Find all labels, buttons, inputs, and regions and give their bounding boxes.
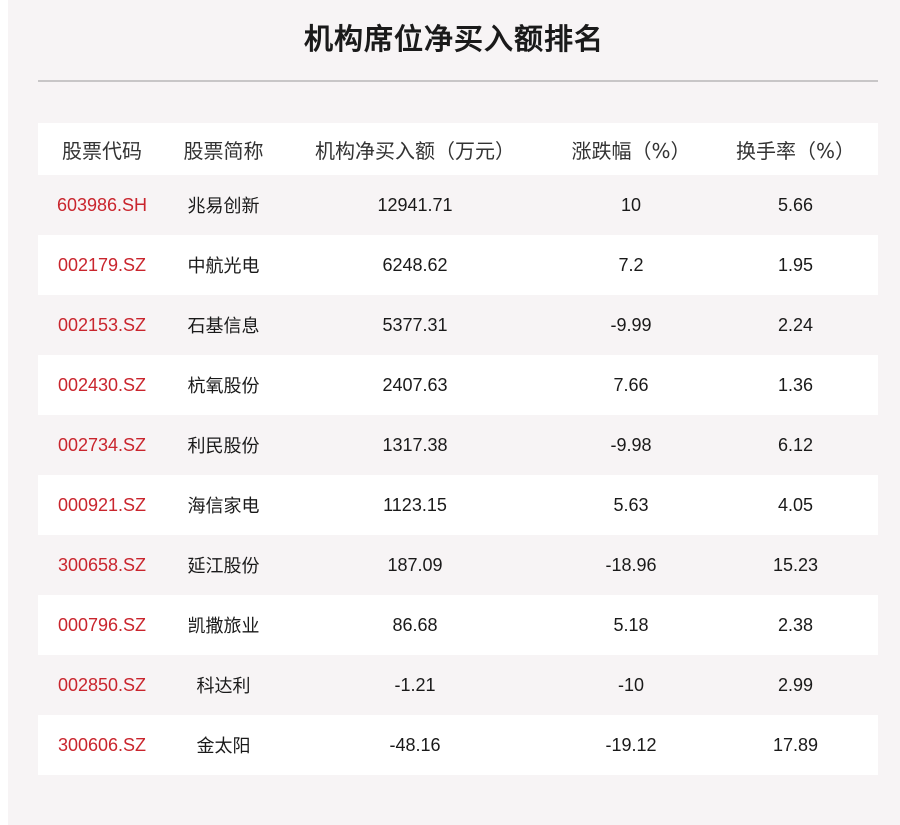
turnover-cell: 1.95 (777, 254, 814, 275)
turnover-cell: 17.89 (772, 734, 819, 755)
stock-name-cell: 利民股份 (187, 436, 260, 457)
stock-name-cell: 中航光电 (187, 256, 260, 277)
stock-code-cell: 002179.SZ (57, 254, 147, 275)
header-turnover: 换手率（%） (735, 138, 855, 163)
stock-name-cell: 海信家电 (187, 496, 260, 517)
turnover-cell: 2.38 (777, 614, 814, 635)
table-row: 002430.SZ 杭氧股份 2407.63 7.66 1.36 (38, 355, 878, 415)
change-pct-cell: 5.18 (613, 614, 649, 635)
stock-name-cell: 凯撒旅业 (187, 616, 260, 637)
net-buy-cell: 86.68 (392, 614, 438, 635)
turnover-cell: 4.05 (777, 494, 814, 515)
title-divider (38, 80, 878, 82)
net-buy-cell: 1317.38 (382, 434, 448, 455)
table-row: 000796.SZ 凯撒旅业 86.68 5.18 2.38 (38, 595, 878, 655)
stock-code-cell: 002850.SZ (57, 674, 147, 695)
turnover-cell: 15.23 (772, 554, 819, 575)
net-buy-cell: 2407.63 (382, 374, 448, 395)
table-row: 002734.SZ 利民股份 1317.38 -9.98 6.12 (38, 415, 878, 475)
change-pct-cell: 10 (620, 194, 642, 215)
table-header-row: 股票代码 股票简称 机构净买入额（万元） 涨跌幅（%） 换手率（%） (38, 123, 878, 175)
stock-name-cell: 延江股份 (187, 556, 260, 577)
net-buy-cell: 12941.71 (377, 194, 453, 215)
table-row: 300606.SZ 金太阳 -48.16 -19.12 17.89 (38, 715, 878, 775)
stock-name-cell: 杭氧股份 (187, 376, 260, 397)
net-buy-cell: 187.09 (387, 554, 443, 575)
net-buy-cell: -48.16 (389, 734, 441, 755)
change-pct-cell: 5.63 (613, 494, 649, 515)
stock-code-cell: 002734.SZ (57, 434, 147, 455)
table-body: 603986.SH 兆易创新 12941.71 10 5.66 002179.SZ 中航光电… (38, 175, 878, 775)
net-buy-cell: 5377.31 (382, 314, 448, 335)
stock-code-cell: 300658.SZ (57, 554, 147, 575)
stock-code-cell: 002430.SZ (57, 374, 147, 395)
stock-code-cell: 000796.SZ (57, 614, 147, 635)
table-row: 002179.SZ 中航光电 6248.62 7.2 1.95 (38, 235, 878, 295)
change-pct-cell: -18.96 (605, 554, 657, 575)
change-pct-cell: 7.66 (613, 374, 649, 395)
ranking-panel: 机构席位净买入额排名 股票代码 股票简称 机构净买入额（万元） 涨跌幅（%） 换… (8, 0, 900, 825)
header-stock-name: 股票简称 (183, 138, 264, 163)
turnover-cell: 2.24 (777, 314, 814, 335)
turnover-cell: 5.66 (777, 194, 814, 215)
header-stock-code: 股票代码 (62, 138, 142, 163)
turnover-cell: 1.36 (777, 374, 814, 395)
table-row: 603986.SH 兆易创新 12941.71 10 5.66 (38, 175, 878, 235)
table-row: 000921.SZ 海信家电 1123.15 5.63 4.05 (38, 475, 878, 535)
table-row: 002153.SZ 石基信息 5377.31 -9.99 2.24 (38, 295, 878, 355)
stock-code-cell: 603986.SH (56, 194, 148, 215)
header-change-pct: 涨跌幅（%） (571, 138, 691, 163)
turnover-cell: 6.12 (777, 434, 814, 455)
net-buy-cell: 6248.62 (382, 254, 448, 275)
turnover-cell: 2.99 (777, 674, 814, 695)
change-pct-cell: 7.2 (618, 254, 644, 275)
table-row: 300658.SZ 延江股份 187.09 -18.96 15.23 (38, 535, 878, 595)
change-pct-cell: -9.99 (610, 314, 652, 335)
change-pct-cell: -9.98 (610, 434, 652, 455)
stock-name-cell: 石基信息 (187, 316, 260, 337)
stock-name-cell: 金太阳 (196, 736, 251, 757)
net-buy-cell: -1.21 (394, 674, 436, 695)
change-pct-cell: -19.12 (605, 734, 657, 755)
stock-code-cell: 000921.SZ (57, 494, 147, 515)
net-buy-cell: 1123.15 (383, 494, 447, 515)
stock-name-cell: 兆易创新 (187, 196, 260, 217)
ranking-table: 股票代码 股票简称 机构净买入额（万元） 涨跌幅（%） 换手率（%） 60398… (38, 123, 878, 775)
page-title: 机构席位净买入额排名 (303, 22, 604, 56)
stock-code-cell: 002153.SZ (57, 314, 147, 335)
change-pct-cell: -10 (617, 674, 644, 695)
table-row: 002850.SZ 科达利 -1.21 -10 2.99 (38, 655, 878, 715)
stock-code-cell: 300606.SZ (57, 734, 147, 755)
header-net-buy: 机构净买入额（万元） (315, 138, 515, 163)
stock-name-cell: 科达利 (196, 676, 251, 697)
